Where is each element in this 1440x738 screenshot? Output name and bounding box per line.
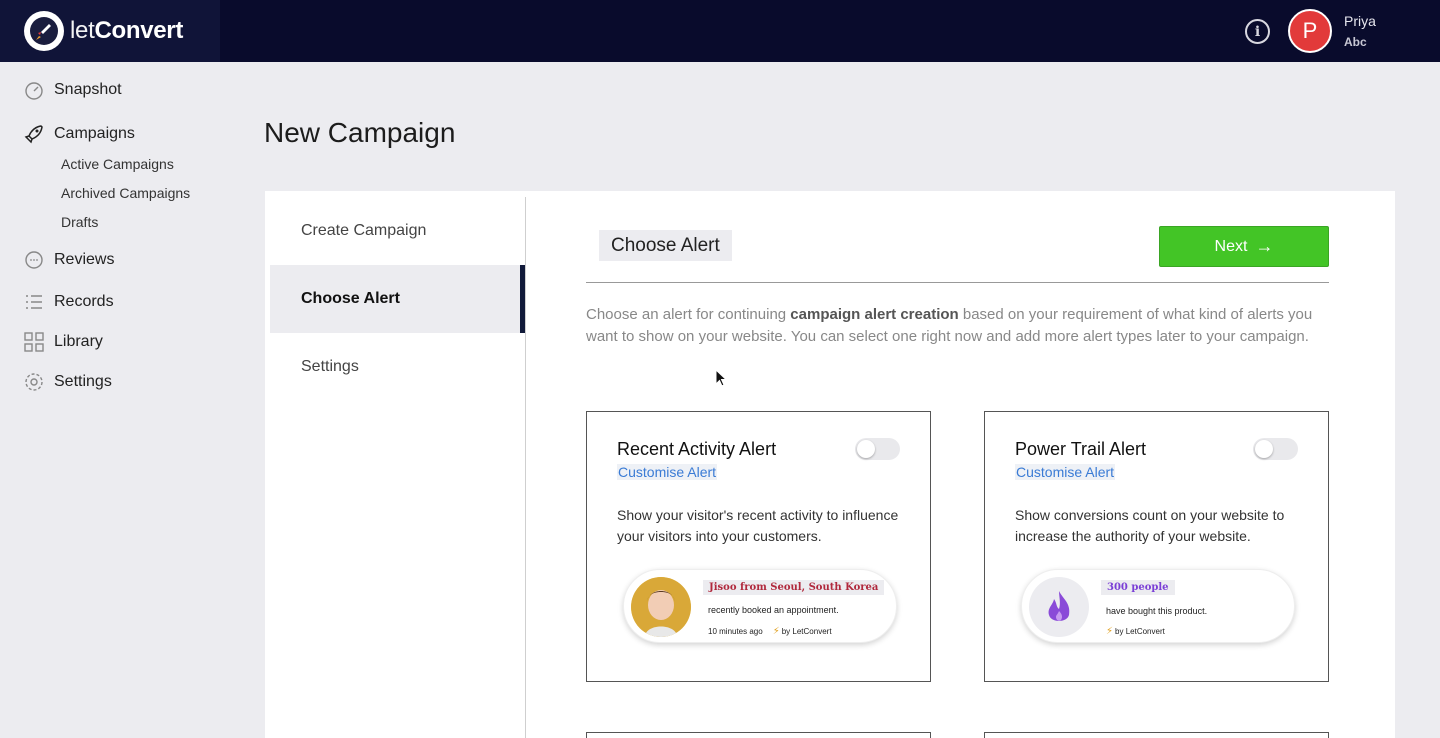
sidebar-item-campaigns[interactable]: Campaigns	[24, 124, 135, 144]
brand-name: letConvert	[70, 17, 184, 44]
preview-line: recently booked an appointment.	[708, 605, 839, 615]
sidebar-subitem-drafts[interactable]: Drafts	[61, 214, 98, 230]
alert-preview: 300 people have bought this product. ⚡ b…	[1021, 569, 1295, 643]
preview-line: have bought this product.	[1106, 606, 1208, 616]
alert-description: Show your visitor's recent activity to i…	[617, 507, 899, 544]
sidebar-subitem-active-campaigns[interactable]: Active Campaigns	[61, 156, 174, 172]
alert-preview: Jisoo from Seoul, South Korea recently b…	[623, 569, 897, 643]
sidebar-item-label: Snapshot	[54, 81, 122, 98]
sidebar-item-records[interactable]: Records	[24, 292, 114, 312]
section-title: Choose Alert	[599, 230, 732, 261]
preview-headline: 300 people	[1101, 580, 1175, 595]
section-description: Choose an alert for continuing campaign …	[586, 306, 1313, 345]
next-button-label: Next	[1214, 237, 1248, 255]
person-photo-icon	[631, 577, 691, 637]
customise-alert-link[interactable]: Customise Alert	[1015, 464, 1116, 480]
user-name[interactable]: Priya	[1344, 13, 1376, 29]
speedometer-icon	[25, 82, 43, 100]
lightning-icon: ⚡	[1106, 626, 1114, 637]
alert-description: Show conversions count on your website t…	[1015, 507, 1285, 544]
top-bar: letConvert i P Priya Abc	[0, 0, 1440, 62]
list-icon	[26, 295, 42, 309]
sidebar-item-label: Library	[54, 333, 103, 350]
gear-icon	[25, 373, 43, 391]
sidebar-item-reviews[interactable]: Reviews	[24, 250, 114, 270]
alert-card-power-trail[interactable]: Power Trail Alert Customise Alert Show c…	[984, 411, 1329, 682]
sidebar-item-label: Campaigns	[54, 125, 135, 142]
alert-title: Power Trail Alert	[1015, 439, 1147, 459]
sidebar-item-label: Settings	[54, 373, 112, 390]
step-settings[interactable]: Settings	[270, 333, 525, 401]
step-create-campaign[interactable]: Create Campaign	[270, 197, 525, 265]
lightning-icon: ⚡	[772, 626, 780, 637]
alert-card-recent-activity[interactable]: Recent Activity Alert Customise Alert Sh…	[586, 411, 931, 682]
brand-logo[interactable]: letConvert	[0, 0, 220, 62]
user-subtitle: Abc	[1344, 35, 1367, 49]
alert-card-partial[interactable]	[586, 732, 931, 738]
alert-toggle[interactable]	[855, 438, 900, 460]
page-title: New Campaign	[264, 117, 456, 148]
rocket-logo-icon	[24, 11, 64, 51]
rocket-icon	[24, 125, 43, 144]
sidebar-item-library[interactable]: Library	[24, 332, 103, 352]
alert-card-partial[interactable]	[984, 732, 1329, 738]
sidebar-item-settings[interactable]: Settings	[24, 372, 112, 392]
preview-footer: 10 minutes ago ⚡ by LetConvert	[708, 626, 832, 637]
customise-alert-link[interactable]: Customise Alert	[617, 464, 718, 480]
sidebar-item-label: Reviews	[54, 251, 115, 268]
alert-title: Recent Activity Alert	[617, 439, 777, 459]
divider	[586, 282, 1329, 283]
alert-toggle[interactable]	[1253, 438, 1298, 460]
sidebar-item-label: Records	[54, 293, 114, 310]
flame-icon	[1029, 577, 1089, 637]
info-icon[interactable]: i	[1245, 19, 1270, 44]
next-button[interactable]: Next →	[1159, 226, 1329, 267]
sidebar-item-snapshot[interactable]: Snapshot	[24, 80, 122, 100]
arrow-right-icon: →	[1255, 236, 1274, 256]
chat-bubble-icon	[25, 251, 43, 269]
preview-headline: Jisoo from Seoul, South Korea	[703, 580, 885, 595]
preview-footer: ⚡ by LetConvert	[1106, 626, 1165, 637]
grid-icon	[24, 332, 44, 352]
mouse-cursor-icon	[715, 369, 727, 387]
step-choose-alert[interactable]: Choose Alert	[270, 265, 525, 333]
sidebar-subitem-archived-campaigns[interactable]: Archived Campaigns	[61, 185, 190, 201]
avatar[interactable]: P	[1288, 9, 1332, 53]
steps-divider	[525, 197, 526, 738]
